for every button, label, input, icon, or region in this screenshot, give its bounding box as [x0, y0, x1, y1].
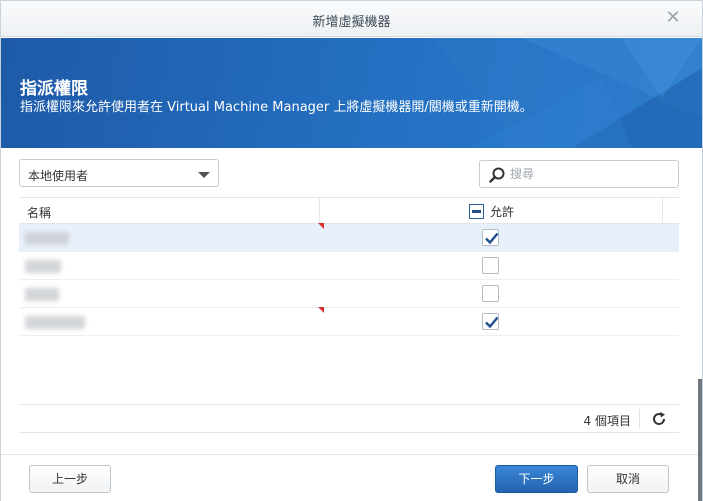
user-name-redacted	[25, 316, 85, 329]
column-header-name[interactable]: 名稱	[27, 204, 51, 221]
dialog-title: 新增虛擬機器	[312, 15, 391, 30]
footer-divider	[639, 409, 640, 429]
column-header-allow: 允許	[469, 203, 514, 219]
refresh-icon[interactable]	[651, 411, 667, 427]
user-name-redacted	[25, 260, 61, 273]
column-divider[interactable]	[319, 198, 320, 223]
item-count: 4 個項目	[583, 414, 631, 428]
edited-cell-marker	[318, 307, 324, 313]
allow-checkbox[interactable]	[482, 229, 499, 246]
header-banner: 指派權限 指派權限來允許使用者在 Virtual Machine Manager…	[1, 38, 702, 148]
dialog-title-bar: 新增虛擬機器 ✕	[1, 1, 702, 37]
table-row[interactable]	[19, 252, 679, 280]
next-button[interactable]: 下一步	[495, 465, 578, 493]
permission-grid: 名稱 允許 4 個項目	[19, 197, 679, 433]
dialog-footer: 上一步 下一步 取消	[1, 454, 702, 501]
checkmark-icon	[485, 316, 499, 329]
table-row[interactable]	[19, 223, 679, 252]
close-icon[interactable]: ✕	[664, 9, 682, 27]
checkmark-icon	[485, 232, 499, 245]
background-window-edge	[698, 379, 702, 501]
user-type-dropdown[interactable]: 本地使用者	[19, 159, 219, 187]
banner-decoration	[432, 38, 702, 148]
grid-header: 名稱 允許	[19, 198, 679, 224]
grid-footer: 4 個項目	[19, 404, 679, 432]
select-all-checkbox[interactable]	[469, 203, 484, 219]
table-row[interactable]	[19, 307, 679, 336]
create-vm-dialog: 新增虛擬機器 ✕ 指派權限 指派權限來允許使用者在 Virtual Machin…	[0, 0, 703, 501]
page-subtitle: 指派權限來允許使用者在 Virtual Machine Manager 上將虛擬…	[20, 100, 533, 115]
user-type-value: 本地使用者	[28, 169, 89, 183]
cancel-button[interactable]: 取消	[587, 465, 669, 493]
user-name-redacted	[25, 288, 59, 301]
allow-checkbox[interactable]	[482, 257, 499, 274]
chevron-down-icon	[198, 172, 210, 178]
search-icon	[489, 167, 505, 183]
user-name-redacted	[25, 232, 69, 245]
search-box[interactable]	[479, 160, 679, 188]
column-divider[interactable]	[662, 198, 663, 223]
table-row[interactable]	[19, 280, 679, 308]
column-header-allow-label: 允許	[490, 204, 515, 219]
edited-cell-marker	[318, 223, 324, 229]
allow-checkbox[interactable]	[482, 285, 499, 302]
allow-checkbox[interactable]	[482, 313, 499, 330]
previous-button[interactable]: 上一步	[29, 465, 111, 493]
search-input[interactable]	[510, 165, 670, 183]
